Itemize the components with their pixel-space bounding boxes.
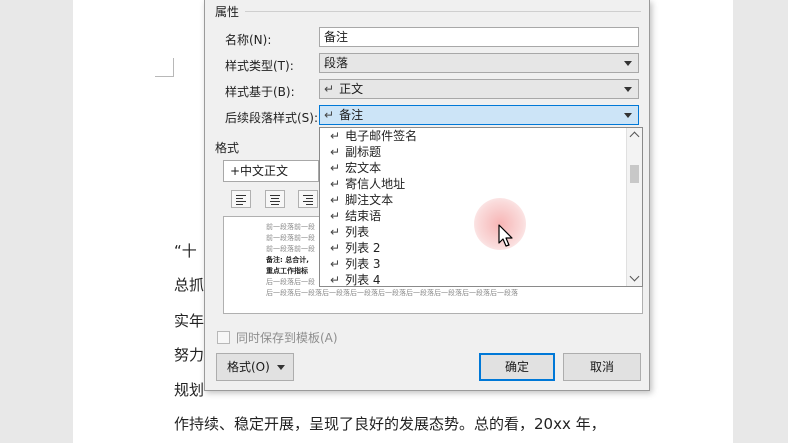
paragraph-mark-icon: ↵: [330, 193, 341, 207]
list-item[interactable]: ↵ 副标题: [320, 144, 642, 160]
next-style-label: 后续段落样式(S):: [225, 111, 319, 125]
name-input[interactable]: 备注: [319, 27, 639, 47]
format-group-title: 格式: [215, 139, 244, 156]
properties-group-title: 属性: [215, 3, 244, 20]
preview-line: 前一段落前一段: [266, 234, 315, 242]
font-select[interactable]: +中文正文: [223, 160, 319, 182]
list-item-label: 列表 3: [345, 257, 381, 271]
next-style-select[interactable]: ↵ 备注: [319, 105, 639, 125]
paragraph-mark-icon: ↵: [330, 241, 341, 255]
format-menu-button[interactable]: 格式(O): [216, 353, 294, 381]
save-to-template-label: 同时保存到模板(A): [236, 331, 338, 345]
document-line: 总抓: [174, 276, 205, 294]
style-type-value: 段落: [324, 56, 349, 70]
list-item-label: 结束语: [345, 209, 382, 223]
scroll-up-icon[interactable]: [629, 131, 640, 142]
list-item-label: 副标题: [345, 145, 382, 159]
chevron-down-icon: [277, 365, 285, 370]
chevron-down-icon: [624, 87, 632, 92]
paragraph-mark-icon: ↵: [324, 82, 335, 96]
based-on-label: 样式基于(B):: [225, 85, 295, 99]
preview-line: 前一段落前一段: [266, 245, 315, 253]
paragraph-mark-icon: ↵: [330, 129, 341, 143]
list-item-label: 寄信人地址: [345, 177, 406, 191]
style-type-select[interactable]: 段落: [319, 53, 639, 73]
align-center-button[interactable]: [265, 190, 285, 208]
based-on-value: 正文: [339, 82, 364, 96]
dropdown-scrollbar[interactable]: [626, 128, 642, 286]
paragraph-mark-icon: ↵: [330, 145, 341, 159]
style-type-label: 样式类型(T):: [225, 59, 294, 73]
cancel-button-label: 取消: [589, 360, 614, 374]
save-to-template-checkbox[interactable]: [217, 331, 230, 344]
list-item[interactable]: ↵ 列表 4: [320, 272, 642, 287]
document-line: 规划: [174, 381, 205, 399]
document-line: 作持续、稳定开展，呈现了良好的发展态势。总的看，20xx 年，: [174, 415, 606, 433]
save-to-template-option[interactable]: 同时保存到模板(A): [217, 329, 338, 346]
preview-line: 前一段落前一段: [266, 223, 315, 231]
based-on-select[interactable]: ↵ 正文: [319, 79, 639, 99]
preview-line: 备注: 总合计,: [266, 256, 309, 264]
scroll-down-icon[interactable]: [629, 271, 640, 282]
mouse-pointer-icon: [498, 224, 513, 247]
document-line: 努力: [174, 346, 205, 364]
scroll-thumb[interactable]: [630, 165, 639, 183]
list-item-label: 电子邮件签名: [345, 129, 418, 143]
list-item-label: 列表 2: [345, 241, 381, 255]
paragraph-mark-icon: ↵: [330, 257, 341, 271]
crop-mark: [155, 58, 174, 77]
chevron-down-icon: [624, 61, 632, 66]
preview-line: 后一段落后一段: [266, 278, 315, 286]
align-right-button[interactable]: [298, 190, 318, 208]
list-item[interactable]: ↵ 寄信人地址: [320, 176, 642, 192]
document-line: 实年: [174, 312, 205, 330]
preview-line: 重点工作指标: [266, 267, 308, 275]
paragraph-mark-icon: ↵: [330, 209, 341, 223]
format-menu-button-label: 格式(O): [227, 360, 270, 374]
list-item-label: 脚注文本: [345, 193, 394, 207]
list-item-label: 列表 4: [345, 273, 381, 287]
name-label: 名称(N):: [225, 33, 272, 47]
name-input-value: 备注: [324, 30, 349, 44]
next-style-value: 备注: [339, 108, 364, 122]
paragraph-mark-icon: ↵: [330, 177, 341, 191]
chevron-down-icon: [624, 113, 632, 118]
paragraph-mark-icon: ↵: [330, 225, 341, 239]
list-item[interactable]: ↵ 电子邮件签名: [320, 128, 642, 144]
list-item[interactable]: ↵ 宏文本: [320, 160, 642, 176]
ok-button[interactable]: 确定: [479, 353, 555, 381]
properties-group-divider: [245, 11, 641, 12]
list-item[interactable]: ↵ 列表 3: [320, 256, 642, 272]
ok-button-label: 确定: [504, 360, 529, 374]
align-left-button[interactable]: [231, 190, 251, 208]
cancel-button[interactable]: 取消: [563, 353, 641, 381]
paragraph-mark-icon: ↵: [330, 273, 341, 287]
preview-line: 后一段落后一段落后一段落后一段落后一段落后一段落后一段落后一段落后一段落: [266, 289, 518, 297]
document-line: “十: [174, 242, 197, 260]
paragraph-mark-icon: ↵: [330, 161, 341, 175]
font-value: +中文正文: [230, 164, 289, 178]
paragraph-mark-icon: ↵: [324, 108, 335, 122]
list-item-label: 宏文本: [345, 161, 382, 175]
list-item-label: 列表: [345, 225, 370, 239]
modify-style-dialog: 属性 名称(N): 备注 样式类型(T): 段落 样式基于(B): ↵ 正文 后续…: [204, 0, 650, 391]
